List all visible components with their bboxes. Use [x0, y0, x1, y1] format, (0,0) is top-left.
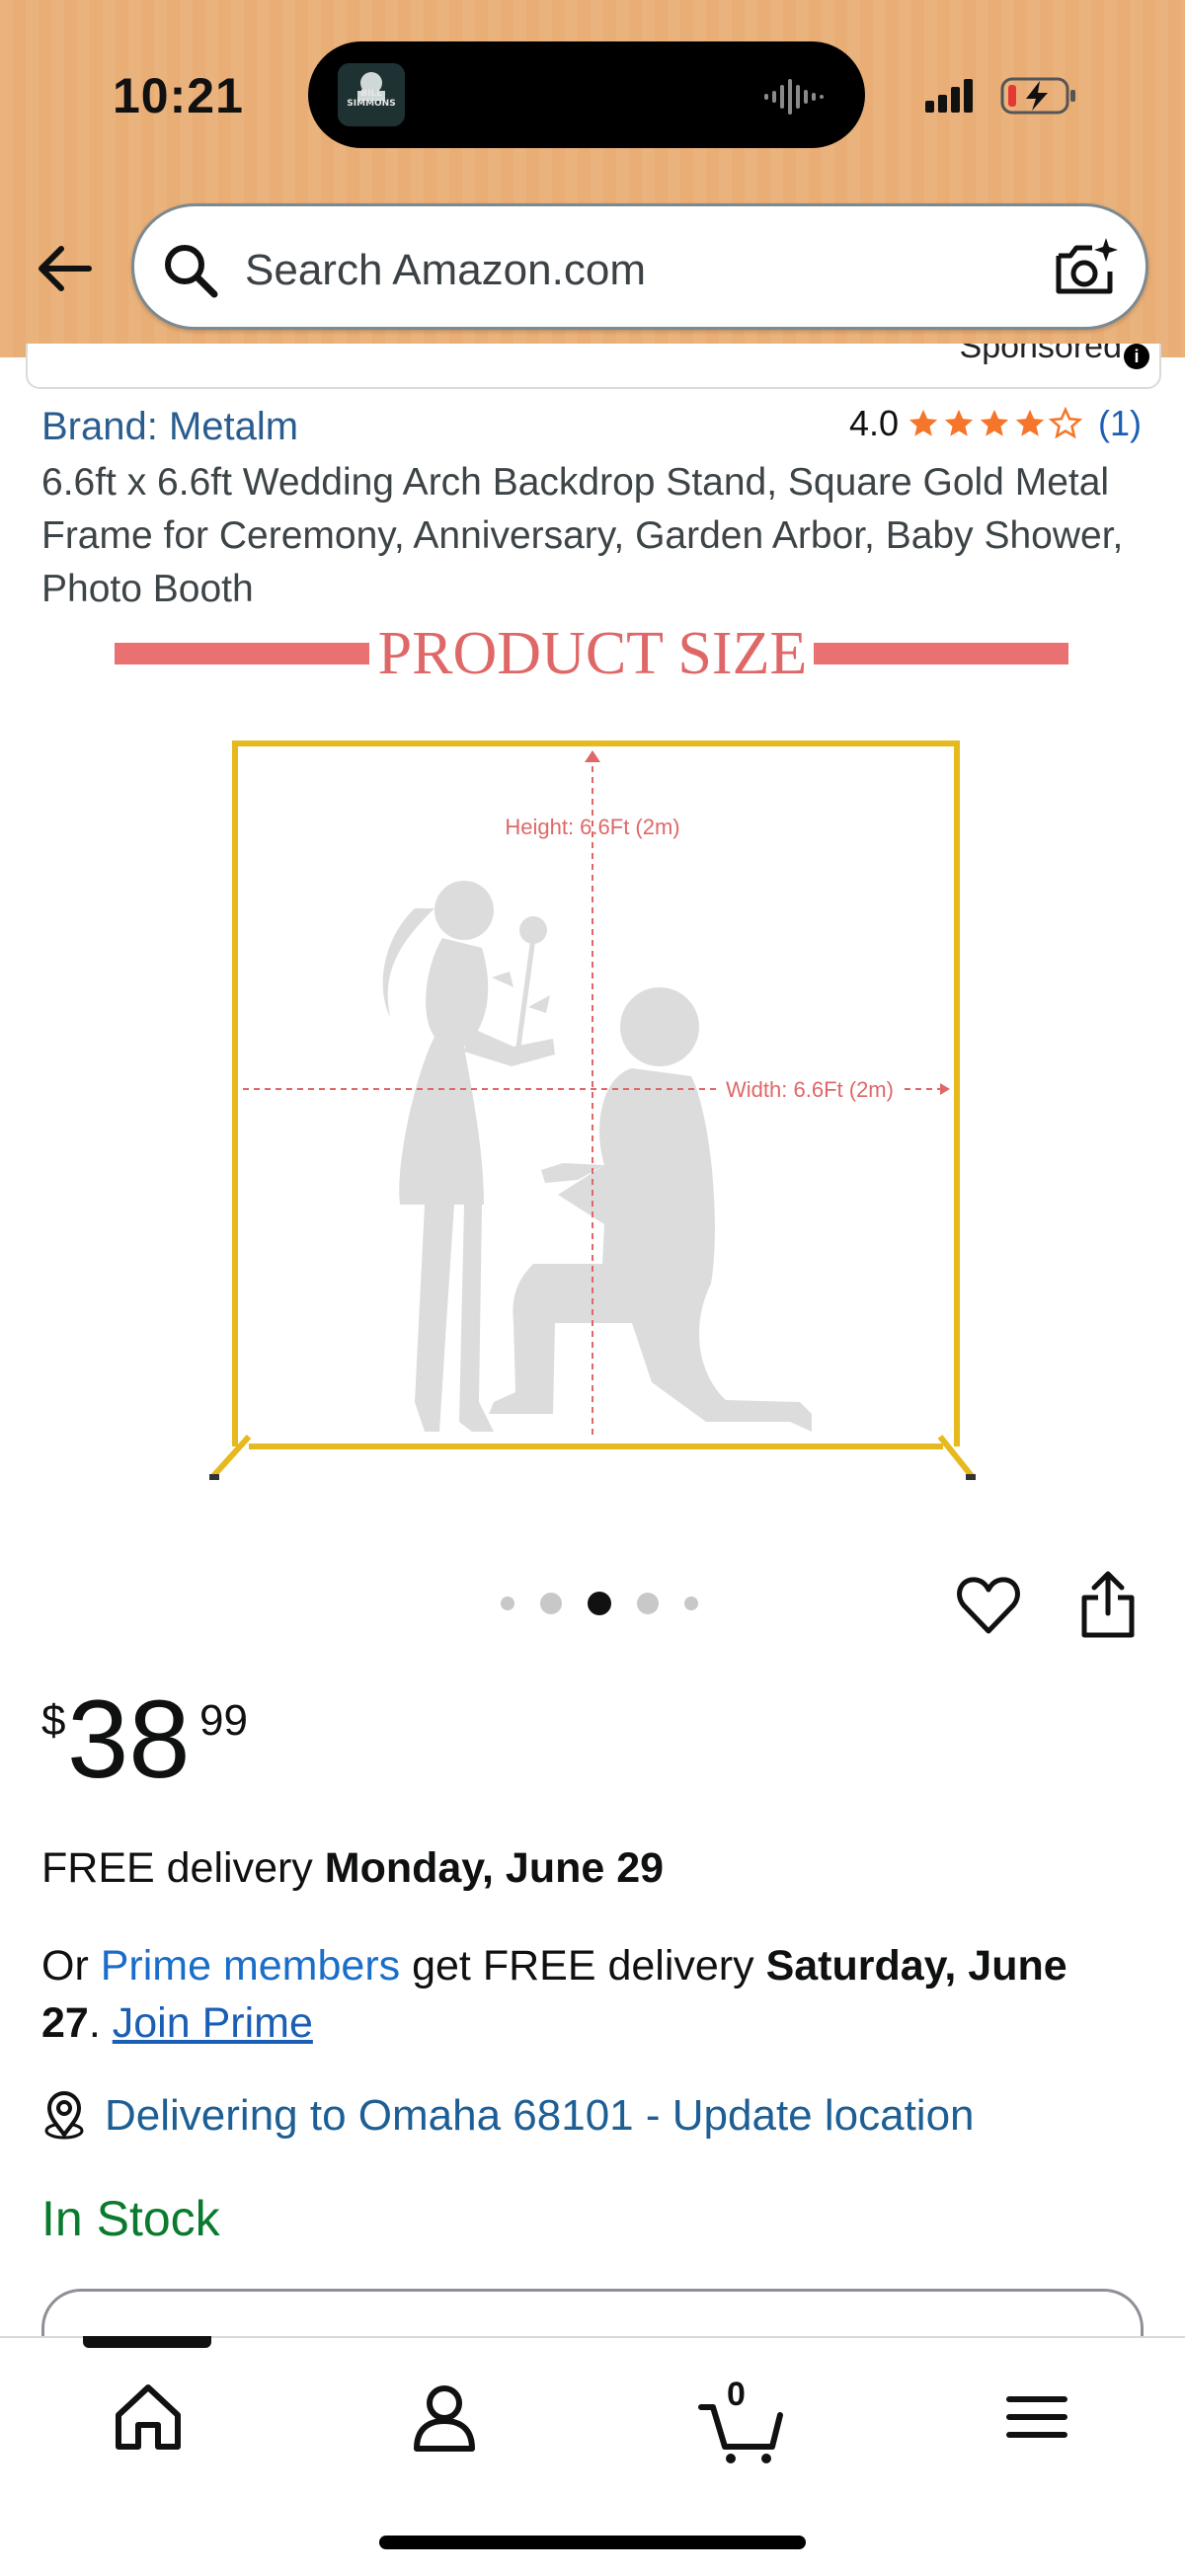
brand-link[interactable]: Brand: Metalm	[41, 405, 298, 449]
home-icon[interactable]	[109, 2378, 188, 2457]
star-filled-icon	[908, 409, 938, 436]
price-currency: $	[41, 1696, 66, 1745]
signal-icon	[925, 79, 973, 113]
carousel-dot[interactable]	[637, 1593, 659, 1614]
delivery-location[interactable]: Delivering to Omaha 68101 - Update locat…	[41, 2091, 975, 2141]
rating-summary[interactable]: 4.0 (1)	[849, 403, 1142, 444]
search-input[interactable]: Search Amazon.com	[245, 246, 646, 295]
now-playing-art-text: BILL SIMMONS	[347, 89, 396, 109]
carousel-dot-active[interactable]	[588, 1592, 611, 1615]
star-filled-icon	[980, 409, 1009, 436]
stock-status: In Stock	[41, 2191, 220, 2246]
heart-icon[interactable]	[956, 1574, 1021, 1639]
sponsored-banner[interactable]: Sponsored i	[26, 344, 1161, 389]
width-label: Width: 6.6Ft (2m)	[726, 1077, 894, 1102]
home-indicator[interactable]	[379, 2536, 806, 2549]
banner-title: PRODUCT SIZE	[378, 620, 808, 687]
rating-count-link[interactable]: (1)	[1098, 403, 1142, 444]
star-filled-icon	[944, 409, 974, 436]
join-prime-link[interactable]: Join Prime	[113, 1999, 313, 2047]
account-icon[interactable]	[405, 2378, 484, 2457]
now-playing-artwork: BILL SIMMONS	[338, 63, 405, 126]
menu-icon[interactable]	[997, 2378, 1076, 2457]
prime-prefix: Or	[41, 1942, 101, 1990]
search-icon	[165, 245, 218, 298]
banner-bar-left	[115, 643, 369, 664]
prime-members-link[interactable]: Prime members	[101, 1942, 400, 1990]
star-filled-icon	[1015, 409, 1045, 436]
info-icon[interactable]: i	[1124, 344, 1149, 369]
battery-charging-icon	[1000, 77, 1075, 115]
back-arrow-icon[interactable]	[34, 237, 97, 300]
carousel-dot[interactable]	[684, 1597, 698, 1610]
delivery-date: Monday, June 29	[324, 1844, 665, 1892]
delivery-prefix: FREE delivery	[41, 1844, 325, 1892]
sponsored-label: Sponsored	[959, 344, 1122, 365]
product-page: 10:21 BILL SIMMONS Search Amazon.com Spo…	[0, 0, 1185, 2576]
location-link[interactable]: Delivering to Omaha 68101 - Update locat…	[105, 2091, 975, 2141]
banner-bar-right	[814, 643, 1068, 664]
free-delivery-line: FREE delivery Monday, June 29	[41, 1844, 664, 1893]
camera-search-icon[interactable]	[1051, 234, 1120, 303]
share-icon[interactable]	[1076, 1570, 1140, 1639]
carousel-dot[interactable]	[501, 1597, 514, 1610]
price-whole: 38	[67, 1678, 191, 1801]
image-carousel-dots[interactable]	[488, 1592, 711, 1615]
search-bar[interactable]: Search Amazon.com	[131, 203, 1148, 330]
product-image[interactable]: PRODUCT SIZE Height: 6.6Ft (2m) Width: 6…	[0, 612, 1185, 1501]
location-pin-icon	[44, 2091, 84, 2140]
carousel-dot[interactable]	[540, 1593, 562, 1614]
active-tab-indicator	[83, 2336, 211, 2348]
star-empty-icon	[1049, 407, 1082, 439]
product-title: 6.6ft x 6.6ft Wedding Arch Backdrop Stan…	[41, 461, 1124, 610]
star-rating	[907, 407, 1082, 440]
header: 10:21 BILL SIMMONS Search Amazon.com	[0, 0, 1185, 357]
rating-value: 4.0	[848, 403, 899, 443]
dynamic-island[interactable]: BILL SIMMONS	[308, 41, 865, 148]
prime-delivery-line: Or Prime members get FREE delivery Satur…	[41, 1937, 1138, 2052]
couple-silhouette	[382, 881, 812, 1432]
cart-count: 0	[727, 2376, 746, 2413]
prime-after-date: .	[88, 1999, 113, 2047]
status-icons	[923, 71, 1081, 125]
cart-button[interactable]: 0	[697, 2376, 786, 2466]
audio-waveform-icon	[764, 79, 824, 115]
prime-middle-text: get FREE delivery	[400, 1942, 766, 1990]
height-label: Height: 6.6Ft (2m)	[505, 815, 679, 839]
status-time: 10:21	[113, 68, 244, 123]
price-fraction: 99	[199, 1696, 248, 1745]
